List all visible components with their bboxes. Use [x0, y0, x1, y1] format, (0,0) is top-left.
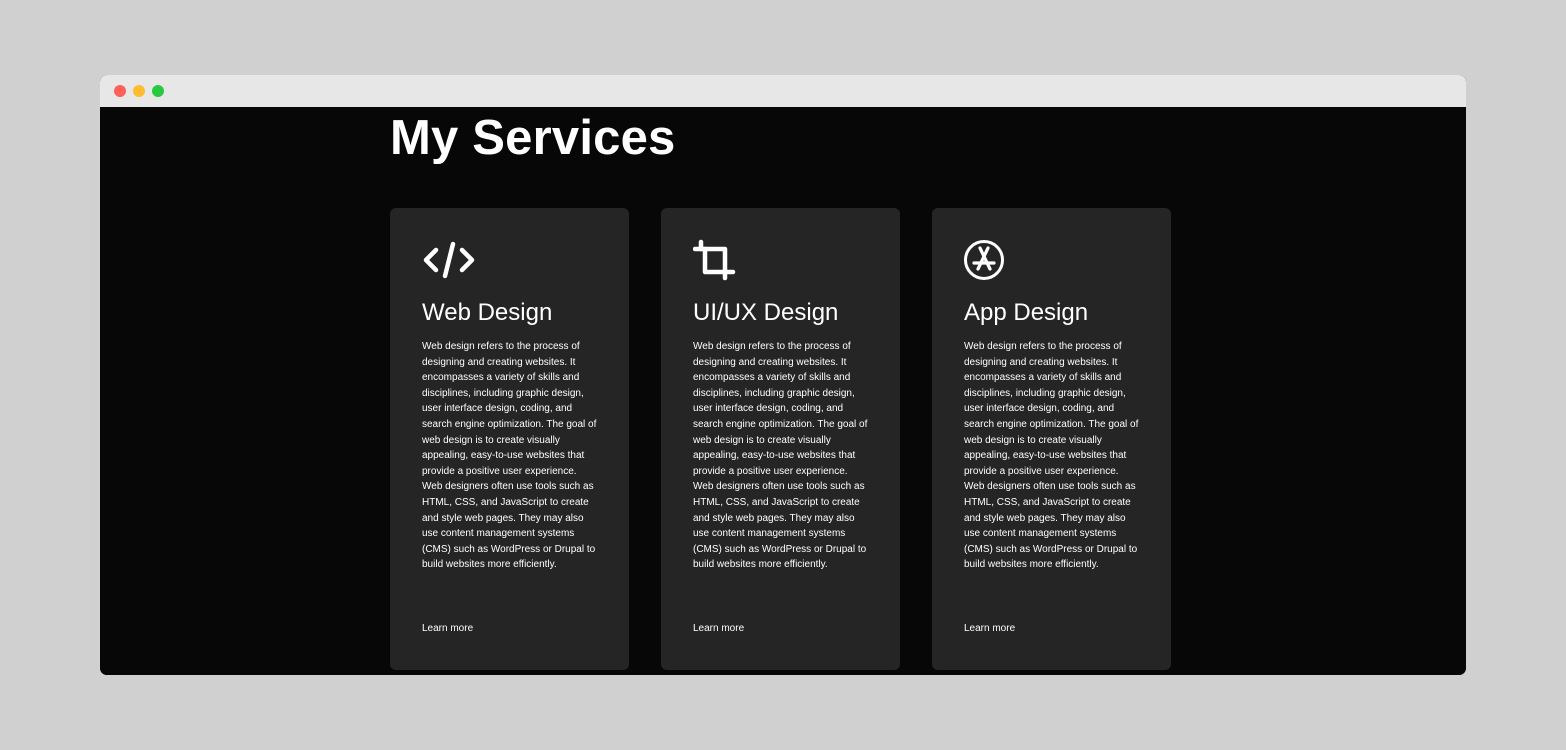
service-title: App Design — [964, 299, 1089, 326]
service-description: Web design refers to the process of desi… — [422, 341, 597, 571]
learn-more-link[interactable]: Learn more — [693, 623, 744, 634]
minimize-window-button[interactable] — [133, 85, 145, 97]
window-titlebar — [100, 75, 1466, 107]
services-list: Web Design Web design refers to the proc… — [390, 208, 1171, 670]
crop-icon — [693, 238, 868, 282]
maximize-window-button[interactable] — [152, 85, 164, 97]
code-icon — [422, 238, 597, 282]
service-title: Web Design — [422, 299, 553, 326]
app-store-icon — [964, 238, 1139, 282]
browser-window: My Services Web Design Web design refers… — [100, 75, 1466, 675]
service-card-web-design: Web Design Web design refers to the proc… — [390, 208, 629, 670]
learn-more-link[interactable]: Learn more — [422, 623, 473, 634]
page-content: My Services Web Design Web design refers… — [100, 107, 1466, 675]
service-description: Web design refers to the process of desi… — [693, 341, 868, 571]
learn-more-link[interactable]: Learn more — [964, 623, 1015, 634]
service-description: Web design refers to the process of desi… — [964, 341, 1139, 571]
service-title: UI/UX Design — [693, 299, 839, 326]
close-window-button[interactable] — [114, 85, 126, 97]
page-title: My Services — [390, 111, 676, 165]
service-card-app-design: App Design Web design refers to the proc… — [932, 208, 1171, 670]
service-card-ui-ux-design: UI/UX Design Web design refers to the pr… — [661, 208, 900, 670]
